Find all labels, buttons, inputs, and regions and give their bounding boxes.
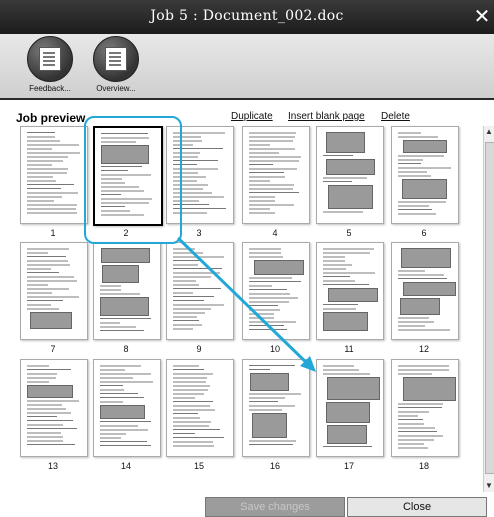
page-number-label: 6 bbox=[421, 228, 427, 238]
page-thumbnail[interactable] bbox=[20, 359, 88, 457]
page-thumbnail[interactable] bbox=[316, 242, 384, 340]
scroll-down-icon[interactable]: ▼ bbox=[484, 480, 494, 492]
insert-blank-page-link[interactable]: Insert blank page bbox=[288, 111, 365, 122]
page-number-label: 8 bbox=[123, 344, 129, 354]
page-number-label: 11 bbox=[344, 344, 354, 354]
page-number-label: 7 bbox=[50, 344, 56, 354]
feedback-button[interactable]: Feedback... bbox=[20, 36, 80, 96]
job-preview-title: Job preview bbox=[16, 111, 86, 125]
page-number-label: 17 bbox=[343, 461, 354, 471]
footer: Save changes Close bbox=[0, 494, 494, 517]
page-number-label: 12 bbox=[418, 344, 429, 354]
scroll-thumb[interactable] bbox=[485, 142, 494, 474]
page-number-label: 5 bbox=[346, 228, 352, 238]
page-thumbnail[interactable] bbox=[20, 126, 88, 224]
page-number-label: 1 bbox=[50, 228, 56, 238]
page-thumbnail[interactable] bbox=[93, 359, 161, 457]
page-number-label: 4 bbox=[272, 228, 278, 238]
page-thumbnail[interactable] bbox=[391, 242, 459, 340]
page-number-label: 13 bbox=[47, 461, 58, 471]
overview-label: Overview... bbox=[96, 84, 136, 93]
window-title: Job 5 : Document_002.doc bbox=[150, 8, 344, 24]
page-thumbnail[interactable] bbox=[93, 242, 161, 340]
page-thumbnail[interactable] bbox=[166, 242, 234, 340]
page-thumbnail[interactable] bbox=[242, 242, 310, 340]
title-bar: Job 5 : Document_002.doc ✕ bbox=[0, 0, 494, 34]
scroll-up-icon[interactable]: ▲ bbox=[484, 126, 494, 138]
delete-link[interactable]: Delete bbox=[381, 111, 410, 122]
vertical-scrollbar[interactable]: ▲ ▼ bbox=[483, 126, 494, 492]
page-thumbnail[interactable] bbox=[20, 242, 88, 340]
feedback-icon bbox=[27, 36, 73, 82]
overview-icon bbox=[93, 36, 139, 82]
overview-button[interactable]: Overview... bbox=[86, 36, 146, 96]
page-thumbnail[interactable] bbox=[166, 359, 234, 457]
close-window-icon[interactable]: ✕ bbox=[472, 6, 492, 26]
page-thumbnail[interactable] bbox=[242, 359, 310, 457]
duplicate-link[interactable]: Duplicate bbox=[231, 111, 273, 122]
page-thumbnail[interactable] bbox=[316, 359, 384, 457]
close-button[interactable]: Close bbox=[347, 497, 487, 517]
page-thumbnail[interactable] bbox=[316, 126, 384, 224]
page-number-label: 10 bbox=[269, 344, 280, 354]
save-changes-button[interactable]: Save changes bbox=[205, 497, 345, 517]
toolbar: Feedback... Overview... bbox=[0, 34, 494, 100]
page-thumbnail[interactable] bbox=[391, 359, 459, 457]
feedback-label: Feedback... bbox=[29, 84, 71, 93]
page-number-label: 16 bbox=[269, 461, 280, 471]
page-thumbnail[interactable] bbox=[391, 126, 459, 224]
page-thumbnail[interactable] bbox=[242, 126, 310, 224]
selection-highlight bbox=[84, 116, 182, 244]
page-number-label: 18 bbox=[418, 461, 429, 471]
page-number-label: 9 bbox=[196, 344, 202, 354]
page-number-label: 15 bbox=[193, 461, 204, 471]
page-number-label: 14 bbox=[120, 461, 131, 471]
